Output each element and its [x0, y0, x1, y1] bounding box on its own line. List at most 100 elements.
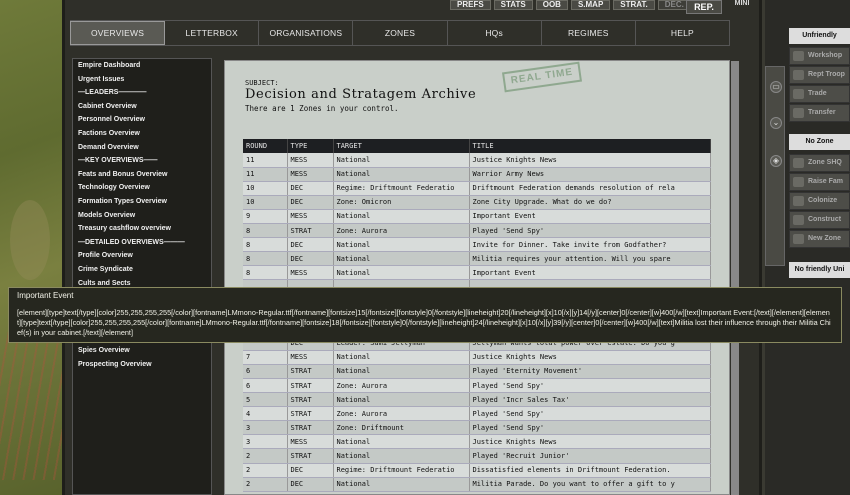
table-row[interactable]: 4 STRAT Zone: Aurora Played 'Send Spy' [243, 406, 711, 422]
table-cell: National [333, 350, 470, 365]
table-row[interactable]: 8 DEC National Militia requires your attent… [243, 251, 711, 267]
tab-help[interactable]: HELP [636, 21, 730, 45]
construct-icon [793, 215, 804, 225]
table-row[interactable]: 5 STRAT National Played 'Incr Sales Tax' [243, 392, 711, 408]
col-title: TITLE [469, 139, 711, 153]
tag-icon[interactable]: ◈ [770, 155, 782, 167]
no-friendly-unit-header: No friendly Uni [789, 262, 850, 278]
rep-button[interactable]: REP. [686, 0, 722, 14]
nav-item[interactable]: Urgent Issues [73, 73, 211, 87]
tooltip-title: Important Event [17, 291, 74, 300]
nav-item[interactable]: Prospecting Overview [73, 358, 211, 372]
doc-scrollbar[interactable] [731, 61, 739, 495]
mini-button[interactable]: MINI [726, 0, 758, 8]
nav-item[interactable]: Personnel Overview [73, 113, 211, 127]
tab-regimes[interactable]: REGIMES [542, 21, 636, 45]
table-row[interactable]: 6 STRAT National Played 'Eternity Movement' [243, 364, 711, 380]
map-road [0, 330, 70, 480]
nav-item[interactable]: Factions Overview [73, 127, 211, 141]
tab-hqs[interactable]: HQs [448, 21, 542, 45]
map-background[interactable] [0, 0, 70, 495]
nav-item[interactable]: Cabinet Overview [73, 100, 211, 114]
nav-item[interactable]: Models Overview [73, 209, 211, 223]
table-cell: National [333, 209, 470, 224]
nav-item[interactable]: Demand Overview [73, 141, 211, 155]
family-icon [793, 177, 804, 187]
transfer-button[interactable]: Transfer [789, 104, 850, 122]
rect-icon[interactable]: ▭ [770, 81, 782, 93]
tab-overviews[interactable]: OVERVIEWS [70, 21, 166, 45]
trade-button[interactable]: Trade [789, 85, 850, 103]
table-row[interactable]: 8 MESS National Important Event [243, 265, 711, 281]
table-cell: Important Event [469, 209, 711, 224]
table-row[interactable]: 9 MESS National Important Event [243, 209, 711, 224]
prefs-button[interactable]: PREFS [450, 0, 491, 10]
right-panel: ▭ ⌄ ◈ Unfriendly Workshop Rept Troop Tra… [765, 0, 850, 495]
tab-zones[interactable]: ZONES [353, 21, 448, 45]
table-row[interactable]: 7 MESS National Justice Knights News [243, 350, 711, 365]
table-row[interactable]: 11 MESS National Warrior Army News [243, 167, 711, 182]
table-cell: MESS [287, 167, 334, 182]
smap-button[interactable]: S.MAP [570, 0, 611, 10]
nav-item[interactable]: —DETAILED OVERVIEWS——— [73, 236, 211, 250]
workshop-button[interactable]: Workshop [789, 47, 850, 65]
table-cell: 8 [243, 223, 288, 239]
table-cell: STRAT [287, 448, 334, 464]
table-row[interactable]: 11 MESS National Justice Knights News [243, 153, 711, 168]
table-cell: 6 [243, 364, 288, 380]
table-cell: 8 [243, 237, 288, 253]
table-row[interactable]: 8 DEC National Invite for Dinner. Take invi… [243, 237, 711, 253]
table-row[interactable]: 10 DEC Zone: Omicron Zone City Upgrade. Wha… [243, 195, 711, 210]
colonize-icon [793, 196, 804, 206]
table-cell: Zone: Aurora [333, 378, 470, 394]
table-cell: MESS [287, 209, 334, 224]
map-river [10, 200, 50, 280]
nav-item[interactable]: Technology Overview [73, 181, 211, 195]
nav-item[interactable]: Crime Syndicate [73, 263, 211, 277]
nav-item[interactable]: Empire Dashboard [73, 59, 211, 73]
table-row[interactable]: 2 DEC Regime: Driftmount Federatio Dissatis… [243, 463, 711, 478]
nav-item[interactable]: Treasury cashflow overview [73, 222, 211, 236]
workshop-icon [793, 51, 804, 61]
table-cell: 3 [243, 434, 288, 450]
table-cell: Zone: Omicron [333, 195, 470, 210]
oob-button[interactable]: OOB [535, 0, 568, 10]
table-cell: Played 'Send Spy' [469, 378, 711, 394]
trade-icon [793, 89, 804, 99]
nav-item[interactable]: Feats and Bonus Overview [73, 168, 211, 182]
table-cell: DEC [287, 195, 334, 210]
rept-troop-button[interactable]: Rept Troop [789, 66, 850, 84]
table-cell: 5 [243, 392, 288, 408]
table-cell: Militia Parade. Do you want to offer a g… [469, 477, 711, 492]
table-cell: Justice Knights News [469, 350, 711, 365]
table-row[interactable]: 3 STRAT Zone: Driftmount Played 'Send Spy' [243, 420, 711, 436]
nav-item[interactable]: Formation Types Overview [73, 195, 211, 209]
tab-letterbox[interactable]: LETTERBOX [165, 21, 260, 45]
table-row[interactable]: 2 DEC National Militia Parade. Do you want … [243, 477, 711, 492]
table-cell: National [333, 448, 470, 464]
nav-item[interactable]: —KEY OVERVIEWS—— [73, 154, 211, 168]
table-row[interactable]: 3 MESS National Justice Knights News [243, 434, 711, 450]
table-cell: 10 [243, 195, 288, 210]
unfriendly-header: Unfriendly [789, 28, 850, 44]
new-zone-button[interactable]: New Zone [789, 230, 850, 248]
nav-item[interactable]: Profile Overview [73, 249, 211, 263]
tab-organisations[interactable]: ORGANISATIONS [259, 21, 354, 45]
chevron-down-icon[interactable]: ⌄ [770, 117, 782, 129]
colonize-button[interactable]: Colonize [789, 192, 850, 210]
nav-item[interactable]: —LEADERS———— [73, 86, 211, 100]
raise-fam-button[interactable]: Raise Fam [789, 173, 850, 191]
table-cell: Played 'Send Spy' [469, 406, 711, 422]
table-row[interactable]: 8 STRAT Zone: Aurora Played 'Send Spy' [243, 223, 711, 239]
doc-subject: SUBJECT: [245, 79, 279, 87]
nav-item[interactable]: Spies Overview [73, 344, 211, 358]
construct-button[interactable]: Construct [789, 211, 850, 229]
table-cell: National [333, 153, 470, 168]
zone-shq-button[interactable]: Zone SHQ [789, 154, 850, 172]
top-toolbar: PREFS STATS OOB S.MAP STRAT. DEC. [450, 0, 691, 12]
table-row[interactable]: 2 STRAT National Played 'Recruit Junior' [243, 448, 711, 464]
table-row[interactable]: 6 STRAT Zone: Aurora Played 'Send Spy' [243, 378, 711, 394]
table-row[interactable]: 10 DEC Regime: Driftmount Federatio Driftmo… [243, 181, 711, 196]
stats-button[interactable]: STATS [493, 0, 533, 10]
strat-button[interactable]: STRAT. [613, 0, 655, 10]
